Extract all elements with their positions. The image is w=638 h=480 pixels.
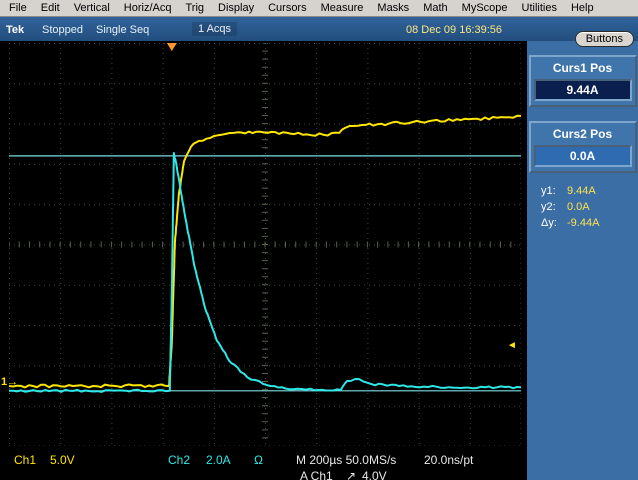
menu-vertical[interactable]: Vertical bbox=[67, 1, 117, 15]
readout-delta-y: Δy: -9.44A bbox=[527, 215, 638, 231]
ch1-ground-marker[interactable]: 1→ bbox=[1, 377, 18, 388]
cursor1-label: Curs1 Pos bbox=[534, 61, 632, 75]
menu-file[interactable]: File bbox=[2, 1, 34, 15]
readout-y1: y1: 9.44A bbox=[527, 183, 638, 199]
ch2-coupling-ohm-icon: Ω bbox=[254, 453, 263, 467]
ch1-trace bbox=[9, 116, 521, 388]
readout-delta-y-value: -9.44A bbox=[567, 217, 599, 229]
ch2-scale: 2.0A bbox=[206, 453, 231, 467]
menu-edit[interactable]: Edit bbox=[34, 1, 67, 15]
readout-y2-value: 0.0A bbox=[567, 201, 590, 213]
resolution-readout: 20.0ns/pt bbox=[424, 453, 473, 467]
side-panel: Curs1 Pos 9.44A Curs2 Pos 0.0A y1: 9.44A… bbox=[527, 41, 638, 480]
cursor-readout-list: y1: 9.44A y2: 0.0A Δy: -9.44A bbox=[527, 183, 638, 231]
buttons-button[interactable]: Buttons bbox=[575, 31, 634, 47]
waveform-display: 1→ ◄ Ch1 5.0V Ch2 2.0A Ω M 200µs 50.0MS/… bbox=[0, 41, 527, 480]
cursor1-position-control[interactable]: Curs1 Pos 9.44A bbox=[529, 55, 637, 107]
cursor2-position-control[interactable]: Curs2 Pos 0.0A bbox=[529, 121, 637, 173]
trigger-level-arrow-icon[interactable]: ◄ bbox=[507, 341, 517, 351]
acquisition-count: 1 Acqs bbox=[192, 22, 237, 36]
trigger-level: 4.0V bbox=[362, 469, 387, 480]
ch1-scale: 5.0V bbox=[50, 453, 75, 467]
menu-display[interactable]: Display bbox=[211, 1, 261, 15]
cursor2-label: Curs2 Pos bbox=[534, 127, 632, 141]
trigger-position-marker-icon[interactable] bbox=[167, 43, 177, 51]
readout-y1-value: 9.44A bbox=[567, 185, 596, 197]
status-bar: Tek Stopped Single Seq 1 Acqs 08 Dec 09 … bbox=[0, 17, 638, 41]
readout-delta-y-name: Δy: bbox=[541, 217, 567, 229]
menu-horiz-acq[interactable]: Horiz/Acq bbox=[117, 1, 179, 15]
readout-y2-name: y2: bbox=[541, 201, 567, 213]
menu-measure[interactable]: Measure bbox=[314, 1, 371, 15]
trigger-source: A Ch1 bbox=[300, 469, 333, 480]
menu-cursors[interactable]: Cursors bbox=[261, 1, 314, 15]
menu-trig[interactable]: Trig bbox=[178, 1, 211, 15]
readout-y1-name: y1: bbox=[541, 185, 567, 197]
timebase-readout: M 200µs 50.0MS/s bbox=[296, 453, 396, 467]
center-axis-ticks bbox=[9, 43, 511, 438]
acquisition-mode: Single Seq bbox=[96, 24, 149, 36]
menu-utilities[interactable]: Utilities bbox=[515, 1, 564, 15]
menu-help[interactable]: Help bbox=[564, 1, 601, 15]
readout-y2: y2: 0.0A bbox=[527, 199, 638, 215]
menu-bar: File Edit Vertical Horiz/Acq Trig Displa… bbox=[0, 0, 638, 17]
graticule-svg bbox=[9, 43, 521, 446]
cursor2-value: 0.0A bbox=[534, 145, 632, 167]
cursor1-value: 9.44A bbox=[534, 79, 632, 101]
menu-myscope[interactable]: MyScope bbox=[455, 1, 515, 15]
menu-masks[interactable]: Masks bbox=[370, 1, 416, 15]
oscilloscope-app: File Edit Vertical Horiz/Acq Trig Displa… bbox=[0, 0, 638, 480]
ch1-label: Ch1 bbox=[14, 453, 36, 467]
tek-logo: Tek bbox=[6, 24, 24, 36]
datetime: 08 Dec 09 16:39:56 bbox=[406, 24, 502, 36]
run-state: Stopped bbox=[42, 24, 83, 36]
trigger-slope-icon: ↗ bbox=[346, 469, 356, 480]
menu-math[interactable]: Math bbox=[416, 1, 454, 15]
ch2-label: Ch2 bbox=[168, 453, 190, 467]
